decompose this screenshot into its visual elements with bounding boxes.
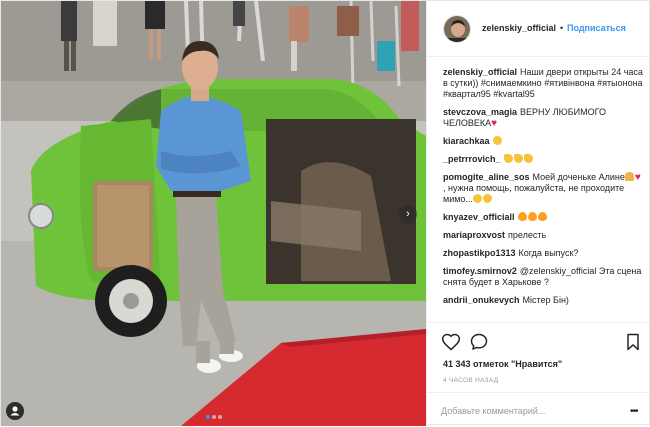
carousel-dots (1, 411, 426, 421)
comment-username[interactable]: stevczova_magia (443, 107, 517, 117)
clap-emoji-icon (523, 154, 533, 163)
carousel-dot-1 (205, 415, 210, 419)
comment-item: stevczova_magia ВЕРНУ ЛЮБИМОГО ЧЕЛОВЕКА♥ (443, 107, 643, 129)
smile-emoji-icon (472, 194, 482, 203)
smile-emoji-icon (482, 194, 492, 203)
post-photo[interactable]: › (1, 1, 426, 426)
post-actions: 41 343 отметок "Нравится" 4 ЧАСОВ НАЗАД … (427, 322, 650, 426)
post-timestamp[interactable]: 4 ЧАСОВ НАЗАД (443, 377, 498, 384)
post: › zelenskiy_official • Подписаться zelen… (0, 0, 650, 426)
comment-text-continued: , нужна помощь, пожалуйста, не проходите… (443, 183, 625, 204)
comment-item: timofey.smirnov2 @zelenskiy_official Эта … (443, 266, 643, 288)
post-header: zelenskiy_official • Подписаться (427, 1, 650, 57)
caption: zelenskiy_official Наши двери открыты 24 … (443, 67, 643, 100)
comment-text: Моей доченьке Алине (532, 172, 625, 182)
post-sidebar: zelenskiy_official • Подписаться zelensk… (426, 1, 650, 426)
comment-username[interactable]: knyazev_officiall (443, 212, 515, 222)
clap-emoji-icon (503, 154, 513, 163)
heart-icon[interactable] (441, 332, 461, 352)
avatar[interactable] (443, 15, 471, 43)
carousel-dot-2 (211, 415, 216, 419)
follow-button[interactable]: Подписаться (567, 23, 626, 33)
carousel-dot-3 (217, 415, 222, 419)
heart-emoji-icon: ♥ (634, 172, 641, 183)
comment-item: knyazev_officiall (443, 212, 643, 223)
comment-item: andrii_onukevych Містер Бін) (443, 295, 643, 306)
comment-username[interactable]: timofey.smirnov2 (443, 266, 517, 276)
comment-text: Когда выпуск? (518, 248, 579, 258)
heart-emoji-icon: ♥ (491, 118, 498, 129)
smile-emoji-icon (492, 136, 502, 145)
add-comment-bar: ••• (427, 392, 650, 427)
comment-item: kiarachkaa (443, 136, 643, 147)
caption-username[interactable]: zelenskiy_official (443, 67, 517, 77)
girl-emoji-icon (624, 172, 634, 181)
comment-input[interactable] (441, 404, 611, 418)
fire-emoji-icon (527, 212, 537, 221)
comment-username[interactable]: mariaproxvost (443, 230, 505, 240)
comment-item: pomogite_aline_sos Моей доченьке Алине ♥ , … (443, 172, 643, 205)
comment-item: zhopastikpo1313 Когда выпуск? (443, 248, 643, 259)
likes-count[interactable]: 41 343 отметок "Нравится" (443, 359, 562, 369)
comment-username[interactable]: andrii_onukevych (443, 295, 520, 305)
comment-icon[interactable] (469, 332, 489, 352)
comment-username[interactable]: pomogite_aline_sos (443, 172, 530, 182)
fire-emoji-icon (517, 212, 527, 221)
comment-item: mariaproxvost прелесть (443, 230, 643, 241)
next-arrow-icon[interactable]: › (399, 205, 417, 223)
fire-emoji-icon (537, 212, 547, 221)
author-username[interactable]: zelenskiy_official (482, 23, 556, 33)
comment-username[interactable]: kiarachkaa (443, 136, 490, 146)
clap-emoji-icon (513, 154, 523, 163)
photo-illustration (1, 1, 426, 426)
comment-username[interactable]: _petrrrovich_ (443, 154, 501, 164)
comments-list: zelenskiy_official Наши двери открыты 24 … (443, 67, 643, 313)
user-tag-icon[interactable] (6, 402, 24, 420)
header-separator: • (560, 23, 564, 33)
bookmark-icon[interactable] (623, 332, 643, 352)
comment-item: _petrrrovich_ (443, 154, 643, 165)
comment-text: прелесть (508, 230, 547, 240)
more-icon[interactable]: ••• (630, 406, 638, 417)
comment-username[interactable]: zhopastikpo1313 (443, 248, 516, 258)
comment-text: Містер Бін) (522, 295, 569, 305)
